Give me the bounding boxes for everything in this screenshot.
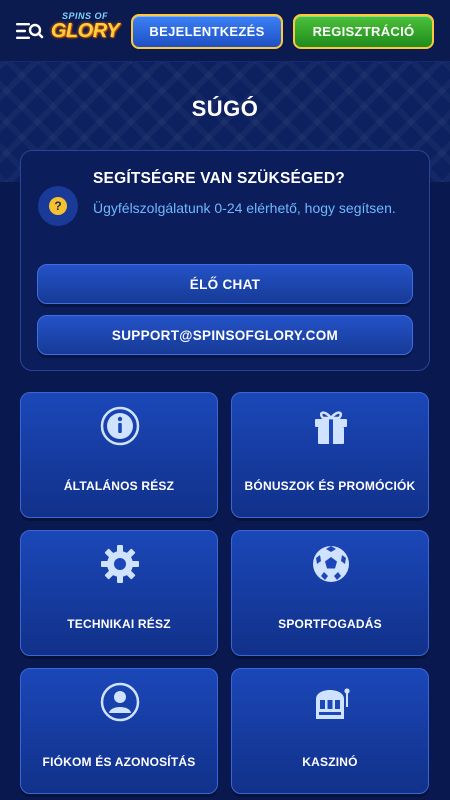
live-chat-button[interactable]: ÉLŐ CHAT — [37, 264, 413, 304]
category-label: TECHNIKAI RÉSZ — [67, 617, 171, 631]
help-description: Ügyfélszolgálatunk 0-24 elérhető, hogy s… — [93, 200, 396, 216]
category-bonuses[interactable]: BÓNUSZOK ÉS PROMÓCIÓK — [231, 392, 429, 518]
gift-icon — [310, 405, 352, 447]
help-heading: SEGÍTSÉGRE VAN SZÜKSÉGED? — [93, 170, 345, 187]
login-button[interactable]: BEJELENTKEZÉS — [131, 14, 283, 49]
register-button[interactable]: REGISZTRÁCIÓ — [293, 14, 434, 49]
user-icon — [99, 681, 141, 723]
gear-icon — [99, 543, 141, 585]
category-label: ÁLTALÁNOS RÉSZ — [63, 479, 175, 493]
category-technical[interactable]: TECHNIKAI RÉSZ — [20, 530, 218, 656]
support-email-button[interactable]: SUPPORT@SPINSOFGLORY.COM — [37, 315, 413, 355]
logo-line-2: GLORY — [50, 20, 120, 42]
category-label: FIÓKOM ÉS AZONOSÍTÁS — [42, 755, 196, 769]
category-casino[interactable]: KASZINÓ — [231, 668, 429, 794]
info-icon — [99, 405, 141, 447]
category-general[interactable]: ÁLTALÁNOS RÉSZ — [20, 392, 218, 518]
category-account[interactable]: FIÓKOM ÉS AZONOSÍTÁS — [20, 668, 218, 794]
category-label: SPORTFOGADÁS — [278, 617, 382, 631]
slot-machine-icon — [310, 681, 352, 723]
category-label: BÓNUSZOK ÉS PROMÓCIÓK — [244, 479, 416, 493]
question-mark: ? — [49, 197, 67, 215]
category-sports-betting[interactable]: SPORTFOGADÁS — [231, 530, 429, 656]
soccer-ball-icon — [310, 543, 352, 585]
question-icon: ? — [38, 186, 78, 226]
top-bar: SPINS OF GLORY BEJELENTKEZÉS REGISZTRÁCI… — [0, 0, 450, 62]
menu-search-icon[interactable] — [14, 19, 44, 43]
category-label: KASZINÓ — [302, 755, 358, 769]
page-title: SÚGÓ — [191, 96, 259, 121]
spins-of-glory-logo[interactable]: SPINS OF GLORY — [50, 12, 120, 48]
